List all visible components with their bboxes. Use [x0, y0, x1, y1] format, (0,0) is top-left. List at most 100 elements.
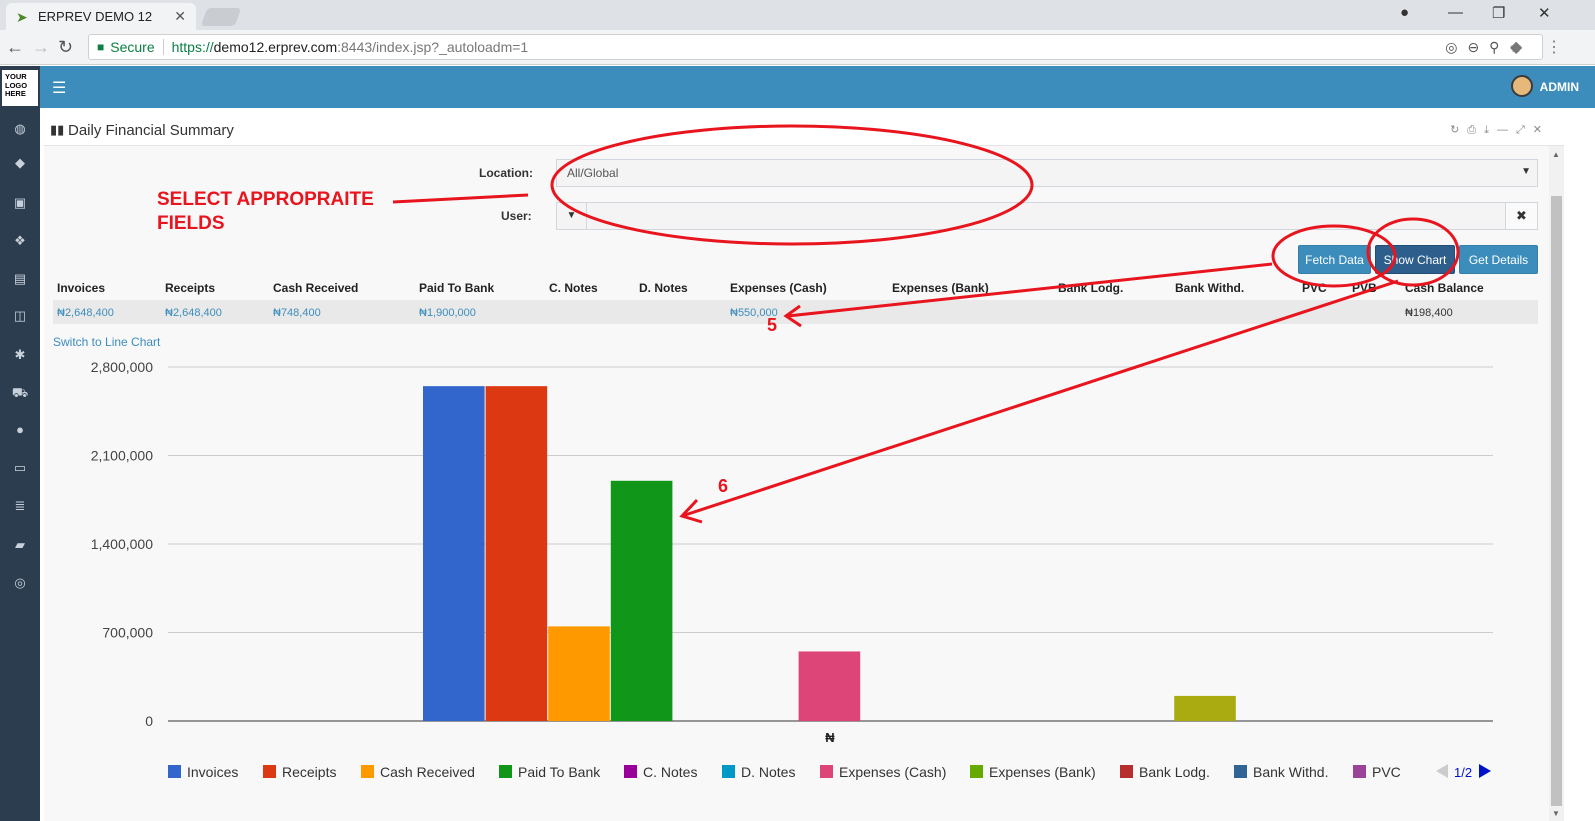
tag-icon[interactable]: ◆	[0, 155, 40, 171]
switch-to-line-chart-link[interactable]: Switch to Line Chart	[53, 335, 160, 349]
bar-receipts[interactable]	[485, 386, 548, 721]
table-cell[interactable]: ₦198,400	[1405, 307, 1453, 319]
legend-label[interactable]: Expenses (Cash)	[839, 764, 946, 780]
y-tick-label: 1,400,000	[91, 536, 153, 552]
show-chart-button[interactable]: Show Chart	[1375, 245, 1455, 274]
reload-icon[interactable]: ↻	[58, 38, 73, 56]
legend-label[interactable]: C. Notes	[643, 764, 697, 780]
bar-cash-balance[interactable]	[1174, 695, 1236, 721]
avatar[interactable]	[1511, 75, 1533, 97]
bar-expenses-cash[interactable]	[798, 651, 861, 721]
zoom-icon[interactable]: ⊖	[1467, 39, 1489, 55]
legend-label[interactable]: Expenses (Bank)	[989, 764, 1096, 780]
user-name[interactable]: ADMIN	[1540, 80, 1579, 94]
table-header: Expenses (Cash)	[730, 281, 827, 295]
scroll-down-icon[interactable]: ▼	[1552, 809, 1560, 818]
legend-prev-icon[interactable]	[1436, 764, 1448, 778]
bar-cash-received[interactable]	[548, 626, 610, 721]
lifebuoy-icon[interactable]: ◎	[0, 575, 40, 591]
table-cell[interactable]: ₦550,000	[730, 307, 778, 319]
url-field[interactable]: ■ Secure https:// demo12.erprev.com :844…	[88, 34, 1543, 60]
scroll-up-icon[interactable]: ▲	[1552, 150, 1560, 159]
download-icon[interactable]: ⤓	[1484, 124, 1497, 136]
user-dropdown-icon[interactable]: ▼	[557, 203, 587, 229]
url-path: :8443/index.jsp?_autoloadm=1	[337, 39, 529, 55]
table-cell[interactable]: ₦1,900,000	[419, 307, 476, 319]
table-header: Cash Received	[273, 281, 359, 295]
user-select[interactable]: ▼ ✖	[556, 202, 1538, 230]
panel-title: Daily Financial Summary	[68, 122, 234, 139]
location-icon[interactable]: ◎	[1445, 39, 1467, 55]
table-header: C. Notes	[549, 281, 598, 295]
close-tab-icon[interactable]: ✕	[174, 8, 186, 25]
snowflake-icon[interactable]: ✱	[0, 347, 40, 363]
get-details-button[interactable]: Get Details	[1459, 245, 1538, 274]
back-icon[interactable]: ←	[6, 38, 24, 56]
table-header: PVB	[1352, 281, 1377, 295]
clear-user-icon[interactable]: ✖	[1505, 203, 1537, 229]
menu-toggle-icon[interactable]: ☰	[52, 78, 66, 98]
table-cell[interactable]: ₦2,648,400	[165, 307, 222, 319]
table-header: Bank Withd.	[1175, 281, 1245, 295]
logo-line-3: HERE	[5, 89, 26, 98]
book-icon[interactable]: ▰	[0, 537, 40, 553]
archive-icon[interactable]: ◫	[0, 308, 40, 324]
key-icon[interactable]: ⚲	[1489, 39, 1509, 55]
bar-paid-to-bank[interactable]	[610, 480, 673, 721]
legend-next-icon[interactable]	[1479, 764, 1491, 778]
legend-swatch	[820, 765, 833, 778]
menu-kebab-icon[interactable]: ⋮	[1546, 37, 1562, 57]
legend-label[interactable]: D. Notes	[741, 764, 795, 780]
extension-icon[interactable]: ◆	[1510, 37, 1522, 57]
profile-icon[interactable]: ●	[1400, 4, 1409, 21]
scroll-thumb[interactable]	[1551, 196, 1562, 806]
panel-scrollbar[interactable]: ▲ ▼	[1549, 146, 1564, 821]
legend-label[interactable]: Receipts	[282, 764, 336, 780]
url-host: demo12.erprev.com	[213, 39, 338, 55]
table-cell[interactable]: ₦2,648,400	[57, 307, 114, 319]
legend-swatch	[722, 765, 735, 778]
sidebar: YOUR LOGO HERE ◍ ◆ ▣ ❖ ▤ ◫ ✱ ⛟ ● ▭ ≣ ▰ ◎	[0, 66, 40, 821]
close-window-icon[interactable]: ✕	[1538, 4, 1551, 22]
logo[interactable]: YOUR LOGO HERE	[2, 70, 38, 106]
browser-tab-bar: ➤ ERPREV DEMO 12 ✕ ● — ❐ ✕	[0, 0, 1595, 30]
legend-label[interactable]: Bank Lodg.	[1139, 764, 1210, 780]
legend-label[interactable]: Cash Received	[380, 764, 475, 780]
y-tick-label: 2,800,000	[91, 359, 153, 375]
circle-icon[interactable]: ●	[0, 422, 40, 437]
table-cell[interactable]: ₦748,400	[273, 307, 321, 319]
cubes-icon[interactable]: ❖	[0, 233, 40, 249]
legend-label[interactable]: Bank Withd.	[1253, 764, 1328, 780]
legend-page-indicator: 1/2	[1454, 765, 1472, 780]
legend-label[interactable]: Invoices	[187, 764, 238, 780]
caret-down-icon: ▼	[1521, 166, 1531, 177]
location-value: All/Global	[567, 166, 619, 180]
dashboard-icon[interactable]: ◍	[0, 121, 40, 137]
legend-swatch	[970, 765, 983, 778]
collapse-icon[interactable]: —	[1497, 124, 1516, 136]
refresh-icon[interactable]: ↻	[1450, 124, 1467, 136]
legend-label[interactable]: Paid To Bank	[518, 764, 601, 780]
location-select[interactable]: All/Global ▼	[556, 159, 1538, 187]
bar-invoices[interactable]	[423, 386, 485, 721]
legend-swatch	[168, 765, 181, 778]
browser-tab[interactable]: ➤ ERPREV DEMO 12 ✕	[6, 3, 196, 30]
fetch-data-button[interactable]: Fetch Data	[1298, 245, 1371, 274]
restore-icon[interactable]: ❐	[1492, 4, 1505, 22]
cart-icon[interactable]: ⛟	[0, 385, 40, 403]
money-icon[interactable]: ▣	[0, 195, 40, 211]
panel-header: ▮▮ Daily Financial Summary ↻⎙⤓—⤢✕	[44, 116, 1564, 146]
bar-chart-icon: ▮▮	[50, 122, 65, 137]
expand-icon[interactable]: ⤢	[1516, 124, 1533, 136]
building-icon[interactable]: ▤	[0, 271, 40, 287]
close-panel-icon[interactable]: ✕	[1533, 124, 1550, 136]
minimize-icon[interactable]: —	[1448, 4, 1463, 21]
table-header: Receipts	[165, 281, 216, 295]
forward-icon[interactable]: →	[32, 38, 50, 56]
print-icon[interactable]: ⎙	[1467, 124, 1484, 136]
database-icon[interactable]: ≣	[0, 498, 40, 514]
legend-label[interactable]: PVC	[1372, 764, 1401, 780]
legend-swatch	[361, 765, 374, 778]
monitor-icon[interactable]: ▭	[0, 460, 40, 476]
new-tab-button[interactable]	[200, 8, 242, 26]
